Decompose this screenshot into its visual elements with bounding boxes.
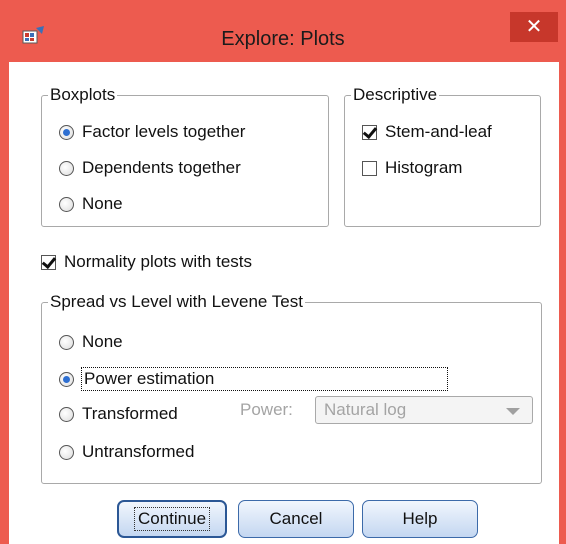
option-label: None bbox=[82, 194, 123, 213]
option-label: Histogram bbox=[385, 158, 463, 177]
histogram-checkbox[interactable]: Histogram bbox=[362, 158, 462, 178]
boxplots-dependents-together-radio[interactable]: Dependents together bbox=[59, 158, 241, 178]
close-button[interactable]: ✕ bbox=[510, 12, 558, 42]
option-label: Normality plots with tests bbox=[64, 252, 252, 271]
power-dropdown[interactable]: Natural log bbox=[315, 396, 533, 424]
option-label: Power estimation bbox=[80, 367, 449, 391]
help-button[interactable]: Help bbox=[362, 500, 478, 538]
power-label: Power: bbox=[240, 400, 293, 419]
checkbox-checked-icon bbox=[41, 254, 56, 270]
normality-plots-checkbox[interactable]: Normality plots with tests bbox=[41, 252, 252, 272]
boxplots-legend: Boxplots bbox=[50, 85, 116, 104]
radio-icon bbox=[59, 334, 74, 350]
option-label: Factor levels together bbox=[82, 122, 246, 141]
option-label: Dependents together bbox=[82, 158, 241, 177]
help-button-label: Help bbox=[402, 509, 438, 528]
title-bar[interactable]: Explore: Plots ✕ bbox=[0, 0, 566, 62]
radio-selected-icon bbox=[59, 371, 74, 387]
boxplots-none-radio[interactable]: None bbox=[59, 194, 123, 214]
radio-icon bbox=[59, 406, 74, 422]
checkbox-checked-icon bbox=[362, 124, 377, 140]
continue-button[interactable]: Continue bbox=[117, 500, 227, 538]
untransformed-radio[interactable]: Untransformed bbox=[59, 442, 194, 462]
radio-selected-icon bbox=[59, 124, 74, 140]
spread-vs-level-legend: Spread vs Level with Levene Test bbox=[50, 292, 303, 311]
chevron-down-icon bbox=[506, 408, 520, 415]
option-label: Transformed bbox=[82, 404, 178, 423]
transformed-radio[interactable]: Transformed bbox=[59, 404, 178, 424]
radio-icon bbox=[59, 444, 74, 460]
radio-icon bbox=[59, 196, 74, 212]
window-title: Explore: Plots bbox=[221, 28, 345, 50]
descriptive-group: Descriptive bbox=[344, 85, 541, 227]
spread-none-radio[interactable]: None bbox=[59, 332, 123, 352]
option-label: Stem-and-leaf bbox=[385, 122, 492, 141]
boxplots-factor-levels-together-radio[interactable]: Factor levels together bbox=[59, 122, 245, 142]
stem-and-leaf-checkbox[interactable]: Stem-and-leaf bbox=[362, 122, 492, 142]
power-dropdown-value: Natural log bbox=[324, 400, 407, 419]
checkbox-icon bbox=[362, 160, 377, 176]
continue-button-label: Continue bbox=[133, 507, 211, 531]
dialog-content: Boxplots Factor levels together Dependen… bbox=[9, 62, 559, 544]
cancel-button-label: Cancel bbox=[269, 509, 323, 528]
explore-plots-dialog: Explore: Plots ✕ Boxplots Factor levels … bbox=[0, 0, 566, 544]
power-estimation-radio[interactable]: Power estimation bbox=[59, 367, 449, 391]
radio-icon bbox=[59, 160, 74, 176]
cancel-button[interactable]: Cancel bbox=[238, 500, 354, 538]
option-label: Untransformed bbox=[82, 442, 195, 461]
descriptive-legend: Descriptive bbox=[353, 85, 438, 104]
option-label: None bbox=[82, 332, 123, 351]
